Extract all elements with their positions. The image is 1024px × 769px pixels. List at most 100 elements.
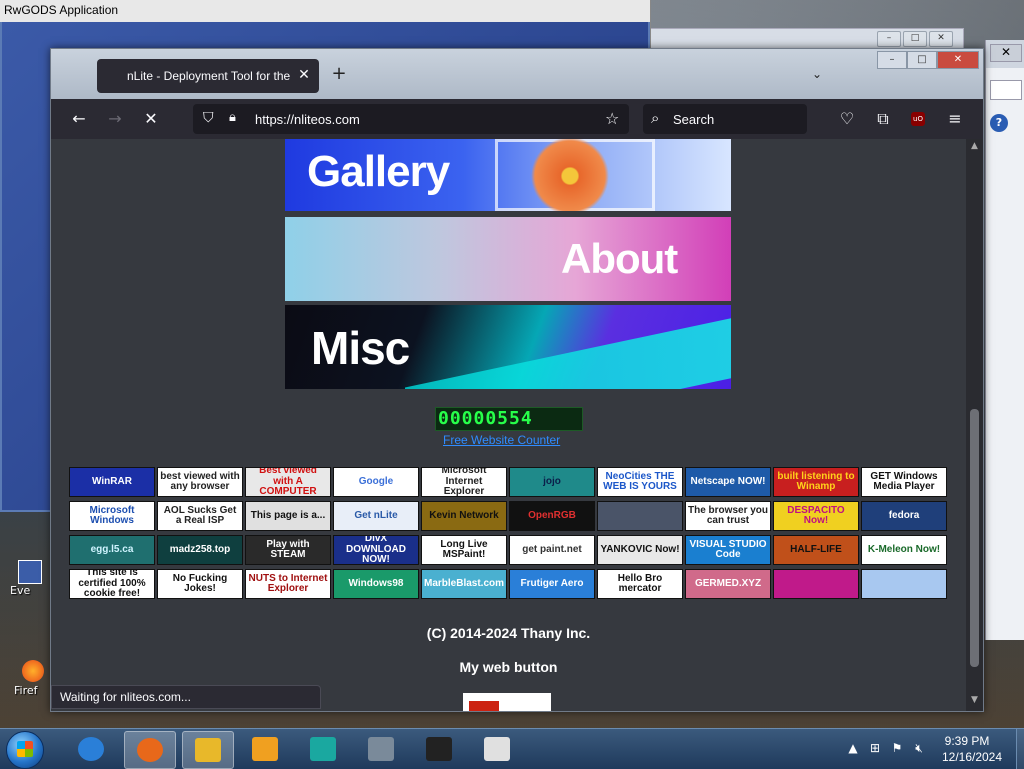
taskbar-app-firefox[interactable] — [124, 731, 176, 769]
back-icon[interactable]: ← — [67, 107, 91, 131]
desktop-icon-eve[interactable]: Eve — [10, 560, 42, 620]
web-button[interactable]: This site is certified 100% cookie free! — [69, 569, 155, 599]
scrollbar-thumb[interactable] — [970, 409, 979, 667]
web-button[interactable] — [597, 501, 683, 531]
web-button[interactable]: Best viewed with A COMPUTER — [245, 467, 331, 497]
ublock-icon[interactable]: uO — [911, 112, 925, 126]
shield-icon[interactable]: ⛉ — [203, 110, 214, 126]
web-button[interactable]: HALF-LIFE — [773, 535, 859, 565]
tab-title: nLite - Deployment Tool for the — [127, 69, 291, 83]
search-icon[interactable] — [990, 80, 1022, 100]
web-button[interactable]: YANKOVIC Now! — [597, 535, 683, 565]
close-icon[interactable]: ✕ — [937, 51, 979, 69]
web-button[interactable]: OpenRGB — [509, 501, 595, 531]
web-button[interactable]: get paint.net — [509, 535, 595, 565]
my-web-button[interactable] — [463, 693, 551, 711]
star-icon[interactable]: ☆ — [605, 109, 619, 128]
chevron-up-icon[interactable]: ▲ — [968, 141, 981, 153]
web-button[interactable] — [773, 569, 859, 599]
web-button[interactable]: Google — [333, 467, 419, 497]
system-tray: ▲ ⊞ ⚑ 🔇︎ 9:39 PM 12/16/2024 — [840, 729, 1024, 769]
taskbar-app-app-teal[interactable] — [298, 731, 348, 767]
web-button[interactable]: DESPACITO Now! — [773, 501, 859, 531]
web-button[interactable]: Kevin Network — [421, 501, 507, 531]
start-button[interactable] — [6, 731, 44, 769]
volume-muted-icon[interactable]: 🔇︎ — [912, 741, 926, 755]
web-button[interactable]: NUTS to Internet Explorer — [245, 569, 331, 599]
web-button[interactable]: Long Live MSPaint! — [421, 535, 507, 565]
web-button[interactable]: Get nLite — [333, 501, 419, 531]
banner-gallery[interactable]: Gallery — [285, 139, 731, 211]
flower-image — [515, 139, 625, 211]
web-button[interactable]: DivX DOWNLOAD NOW! — [333, 535, 419, 565]
extensions-icon[interactable]: ⧉ — [871, 107, 895, 131]
web-button[interactable]: Netscape NOW! — [685, 467, 771, 497]
banner-misc[interactable]: Misc — [285, 305, 731, 389]
close-icon[interactable]: ✕ — [295, 66, 313, 84]
taskbar-app-internet-explorer[interactable] — [66, 731, 116, 767]
web-button[interactable]: GERMED.XYZ — [685, 569, 771, 599]
web-button[interactable]: Windows98 — [333, 569, 419, 599]
close-icon[interactable]: ✕ — [990, 44, 1022, 62]
browser-tab[interactable]: nLite - Deployment Tool for the ✕ — [97, 59, 319, 93]
minimize-icon[interactable]: – — [877, 51, 907, 69]
network-icon[interactable]: ⊞ — [868, 741, 882, 755]
desktop-icon-firefox[interactable]: Firef — [14, 660, 46, 720]
background-window-right[interactable]: ✕ ? — [985, 40, 1024, 640]
web-button[interactable]: GET Windows Media Player — [861, 467, 947, 497]
web-button[interactable]: madz258.top — [157, 535, 243, 565]
web-button[interactable]: VISUAL STUDIO Code — [685, 535, 771, 565]
web-button[interactable]: K-Meleon Now! — [861, 535, 947, 565]
taskbar-app-file-explorer[interactable] — [182, 731, 234, 769]
firefox-window[interactable]: – □ ✕ nLite - Deployment Tool for the ✕ … — [50, 48, 984, 712]
clock-date[interactable]: 12/16/2024 — [932, 750, 1012, 764]
rwgods-titlebar[interactable]: RwGODS Application — [0, 0, 650, 22]
web-button[interactable]: No Fucking Jokes! — [157, 569, 243, 599]
taskbar-app-computer-monitor[interactable] — [356, 731, 406, 767]
web-button[interactable]: Hello Bro mercator — [597, 569, 683, 599]
banner-about[interactable]: About — [285, 217, 731, 301]
scrollbar[interactable]: ▲ ▼ — [966, 139, 983, 711]
web-button[interactable]: egg.l5.ca — [69, 535, 155, 565]
web-button[interactable]: Microsoft Windows — [69, 501, 155, 531]
web-button[interactable]: fedora — [861, 501, 947, 531]
help-icon[interactable]: ? — [990, 114, 1008, 132]
forward-icon[interactable]: → — [103, 107, 127, 131]
show-desktop-button[interactable] — [1016, 729, 1024, 769]
counter-link[interactable]: Free Website Counter — [443, 433, 560, 447]
lock-icon[interactable]: 🔒︎ — [229, 110, 236, 125]
computer-monitor-icon — [368, 737, 394, 761]
flag-icon[interactable]: ⚑ — [890, 741, 904, 755]
menu-icon[interactable]: ≡ — [943, 107, 967, 131]
minimize-icon[interactable]: – — [877, 31, 901, 47]
web-button[interactable]: jojo — [509, 467, 595, 497]
search-bar[interactable]: ⌕ Search — [643, 104, 807, 134]
web-button[interactable]: Microsoft Internet Explorer — [421, 467, 507, 497]
plus-icon[interactable]: + — [329, 65, 349, 85]
taskbar-app-media-player[interactable] — [240, 731, 290, 767]
web-button[interactable]: The browser you can trust — [685, 501, 771, 531]
web-button[interactable]: built listening to Winamp — [773, 467, 859, 497]
web-button[interactable]: This page is a... — [245, 501, 331, 531]
taskbar-app-7z[interactable] — [414, 731, 464, 767]
clock-time[interactable]: 9:39 PM — [932, 734, 1002, 748]
pocket-icon[interactable]: ♡ — [835, 107, 859, 131]
web-button[interactable] — [861, 569, 947, 599]
web-button[interactable]: Frutiger Aero — [509, 569, 595, 599]
url-bar[interactable]: ⛉ 🔒︎ https://nliteos.com ☆ — [193, 104, 629, 134]
chevron-up-icon[interactable]: ▲ — [846, 741, 860, 755]
chevron-down-icon[interactable]: ▼ — [968, 695, 981, 707]
web-button[interactable]: NeoCities THE WEB IS YOURS — [597, 467, 683, 497]
stop-icon[interactable]: ✕ — [139, 107, 163, 131]
web-button[interactable]: WinRAR — [69, 467, 155, 497]
maximize-icon[interactable]: □ — [907, 51, 937, 69]
web-button[interactable]: Play with STEAM — [245, 535, 331, 565]
web-button[interactable]: AOL Sucks Get a Real ISP — [157, 501, 243, 531]
web-button[interactable]: MarbleBlast.com — [421, 569, 507, 599]
taskbar-app-document[interactable] — [472, 731, 522, 767]
app-icon — [18, 560, 42, 584]
chevron-down-icon[interactable]: ⌄ — [809, 67, 825, 83]
close-icon[interactable]: ✕ — [929, 31, 953, 47]
maximize-icon[interactable]: □ — [903, 31, 927, 47]
web-button[interactable]: best viewed with any browser — [157, 467, 243, 497]
